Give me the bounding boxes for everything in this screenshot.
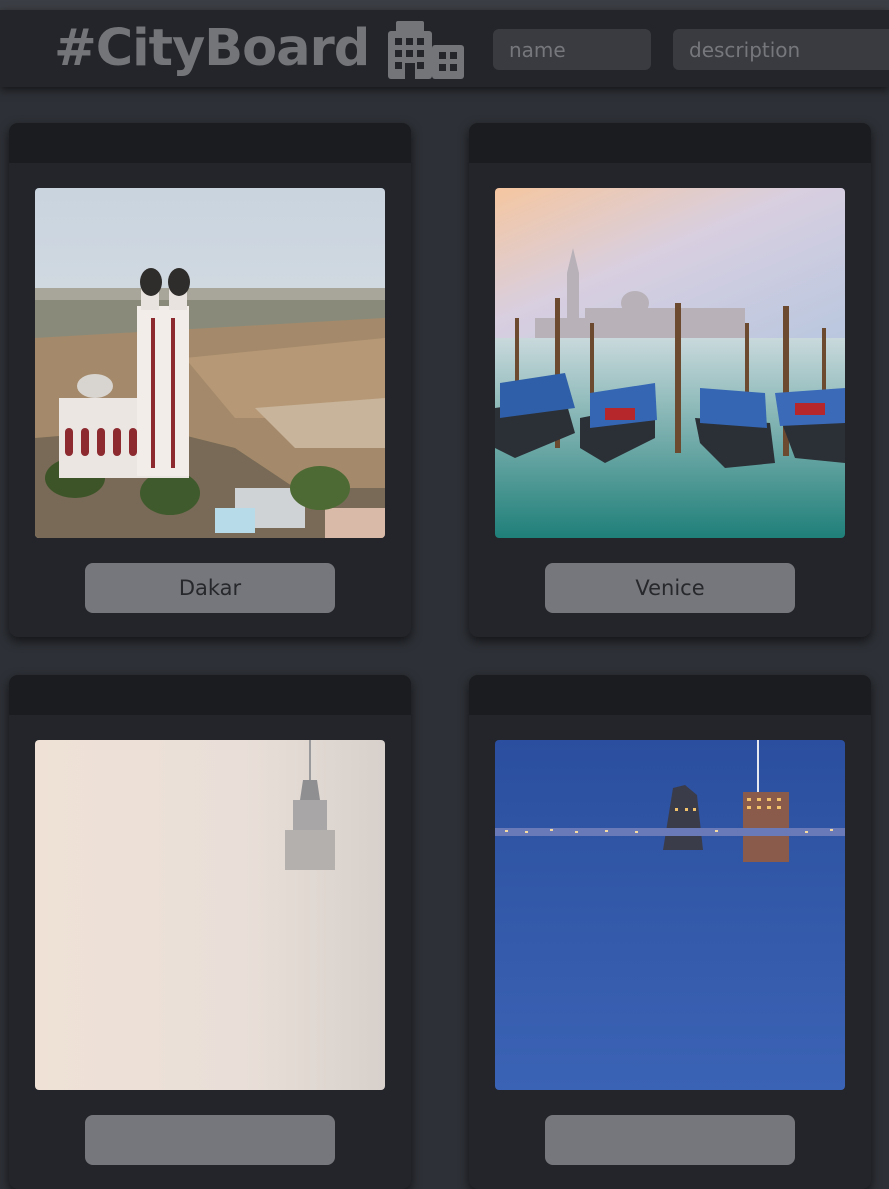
name-input[interactable] (493, 29, 651, 70)
city-card-4 (469, 675, 871, 1189)
city-buildings-icon (388, 21, 464, 79)
city-name-button[interactable]: Venice (545, 563, 795, 613)
card-header (9, 675, 411, 715)
city-photo-dakar[interactable] (35, 188, 385, 538)
card-header (469, 675, 871, 715)
card-header (469, 123, 871, 163)
app-header: #CityBoard (0, 10, 889, 87)
city-photo[interactable] (495, 740, 845, 1090)
city-name-button[interactable] (545, 1115, 795, 1165)
city-card-venice: Venice (469, 123, 871, 637)
city-name-button[interactable]: Dakar (85, 563, 335, 613)
app-title: #CityBoard (54, 19, 370, 78)
city-card-dakar: Dakar (9, 123, 411, 637)
card-header (9, 123, 411, 163)
description-input[interactable] (673, 29, 889, 70)
city-photo-venice[interactable] (495, 188, 845, 538)
city-name-button[interactable] (85, 1115, 335, 1165)
city-photo[interactable] (35, 740, 385, 1090)
top-strip (0, 0, 889, 10)
city-card-3 (9, 675, 411, 1189)
